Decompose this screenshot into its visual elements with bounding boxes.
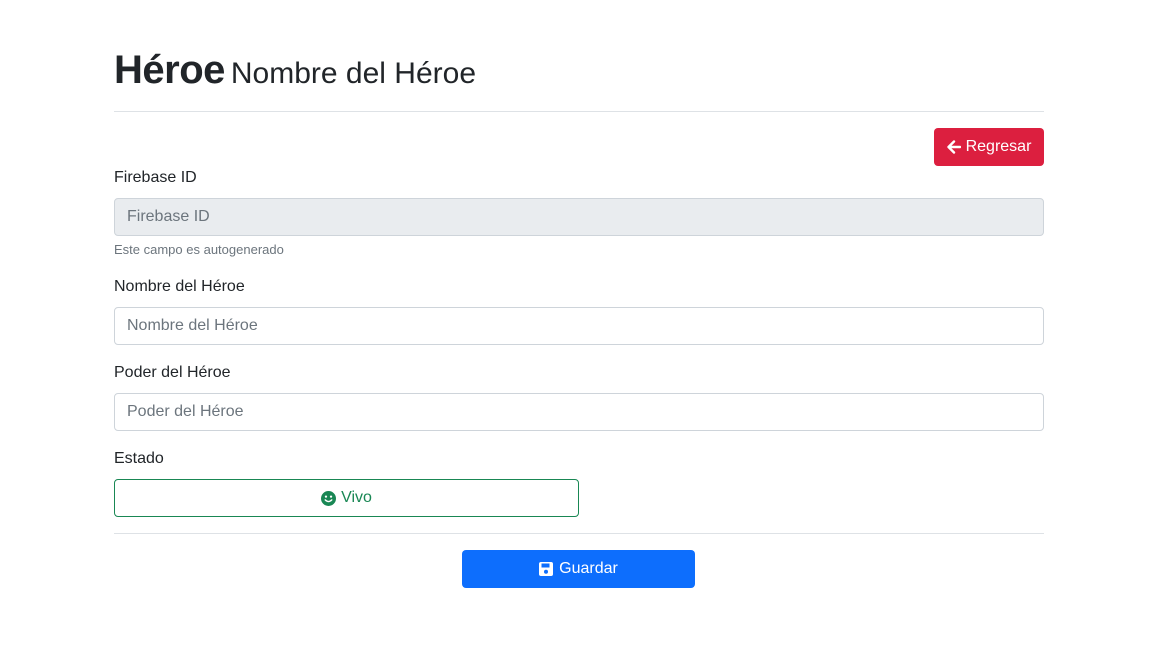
header-divider: [114, 111, 1044, 112]
hero-power-label: Poder del Héroe: [114, 364, 231, 381]
status-toggle-button[interactable]: Vivo: [114, 479, 579, 517]
save-button-label: Guardar: [559, 560, 618, 577]
hero-name-label: Nombre del Héroe: [114, 278, 245, 295]
back-button[interactable]: Regresar: [934, 128, 1044, 166]
smile-icon: [321, 490, 337, 506]
page-title: Héroe Nombre del Héroe: [114, 48, 476, 93]
firebase-id-input: [114, 198, 1044, 236]
hero-name-input[interactable]: [114, 307, 1044, 345]
page-title-main: Héroe: [114, 48, 225, 92]
hero-power-input[interactable]: [114, 393, 1044, 431]
footer-divider: [114, 533, 1044, 534]
firebase-id-help-text: Este campo es autogenerado: [114, 242, 284, 257]
status-label: Estado: [114, 450, 164, 467]
save-icon: [539, 562, 554, 576]
save-button[interactable]: Guardar: [462, 550, 695, 588]
arrow-left-icon: [946, 140, 961, 154]
firebase-id-label: Firebase ID: [114, 169, 197, 186]
page-title-subtitle: Nombre del Héroe: [230, 57, 477, 90]
status-button-label: Vivo: [341, 489, 372, 506]
back-button-label: Regresar: [965, 138, 1032, 155]
